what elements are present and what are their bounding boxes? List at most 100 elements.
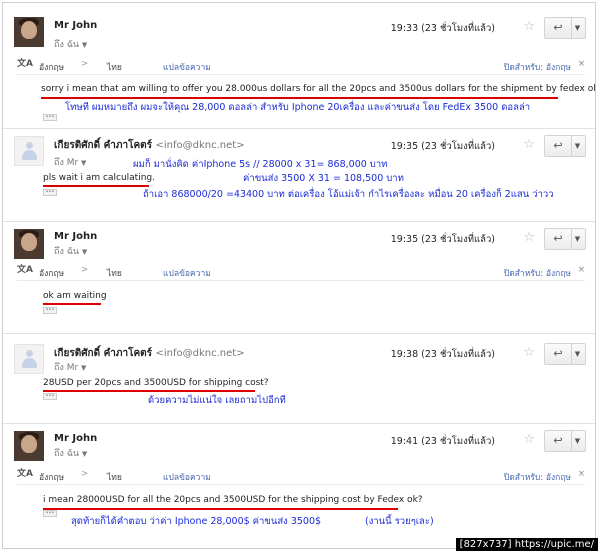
chevron-down-icon[interactable]: ▼ <box>82 450 87 458</box>
more-options-icon[interactable]: ▼ <box>570 431 585 451</box>
source-language[interactable]: อังกฤษ <box>39 60 64 74</box>
more-options-icon[interactable]: ▼ <box>570 18 585 38</box>
recipient-label[interactable]: ถึง Mr ▼ <box>54 155 86 169</box>
sender-avatar <box>14 344 44 374</box>
chevron-down-icon[interactable]: ▼ <box>81 364 86 372</box>
sender-name: เกียรติศักดิ์ คำภาโคตร์ <info@dknc.net> <box>54 348 245 359</box>
email-thread: Mr John ถึง ฉัน ▼ 19:33 (23 ชั่วโมงที่แล… <box>2 2 596 549</box>
show-trimmed-content-button[interactable]: ••• <box>43 510 57 517</box>
sender-avatar <box>14 17 44 47</box>
sender-avatar <box>14 431 44 461</box>
message-5[interactable]: Mr John ถึง ฉัน ▼ 19:41 (23 ชั่วโมงที่แล… <box>3 424 595 548</box>
turn-off-translate-link[interactable]: ปิดสำหรับ: อังกฤษ <box>504 60 571 74</box>
more-options-icon[interactable]: ▼ <box>570 229 585 249</box>
annotation-note: สุดท้ายก็ได้คำตอบ ว่าค่า Iphone 28,000$ … <box>71 516 322 527</box>
translate-link[interactable]: แปลข้อความ <box>163 266 211 280</box>
arrow-right-icon: > <box>81 265 89 275</box>
reply-button-group: ↩ ▼ <box>544 343 586 365</box>
star-icon[interactable]: ☆ <box>523 433 535 446</box>
translate-link[interactable]: แปลข้อความ <box>163 60 211 74</box>
source-language[interactable]: อังกฤษ <box>39 470 64 484</box>
sender-name: Mr John <box>54 433 98 444</box>
close-icon[interactable]: × <box>578 469 585 479</box>
underline-annotation <box>43 390 255 392</box>
turn-off-translate-link[interactable]: ปิดสำหรับ: อังกฤษ <box>504 470 571 484</box>
timestamp: 19:38 (23 ชั่วโมงที่แล้ว) <box>390 349 495 360</box>
translate-bar: 文A อังกฤษ > ไทย แปลข้อความ ปิดสำหรับ: อั… <box>17 468 585 485</box>
sender-name: Mr John <box>54 20 98 31</box>
reply-button-group: ↩ ▼ <box>544 17 586 39</box>
recipient-label[interactable]: ถึง ฉัน ▼ <box>54 244 87 258</box>
more-options-icon[interactable]: ▼ <box>570 136 585 156</box>
annotation-note: (งานนี้ รวยๆเละ) <box>365 516 434 527</box>
chevron-down-icon[interactable]: ▼ <box>82 248 87 256</box>
translate-bar: 文A อังกฤษ > ไทย แปลข้อความ ปิดสำหรับ: อั… <box>17 264 585 281</box>
recipient-label[interactable]: ถึง ฉัน ▼ <box>54 446 87 460</box>
sender-avatar <box>14 136 44 166</box>
message-body: ok am waiting <box>43 291 107 301</box>
close-icon[interactable]: × <box>578 59 585 69</box>
message-body: pls wait i am calculating. <box>43 173 155 183</box>
sender-email: <info@dknc.net> <box>155 140 245 151</box>
annotation-note: ผมก็ มานั่งคิด ค่าIphone 5s // 28000 x 3… <box>133 159 388 170</box>
reply-button-group: ↩ ▼ <box>544 228 586 250</box>
star-icon[interactable]: ☆ <box>523 231 535 244</box>
turn-off-translate-link[interactable]: ปิดสำหรับ: อังกฤษ <box>504 266 571 280</box>
reply-icon[interactable]: ↩ <box>545 344 572 364</box>
annotation-note: ด้วยความไม่แน่ใจ เลยถามไปอีกที <box>148 395 286 406</box>
message-2[interactable]: เกียรติศักดิ์ คำภาโคตร์ <info@dknc.net> … <box>3 129 595 219</box>
annotation-note: ถ้าเอา 868000/20 =43400 บาท ต่อเครื่อง โ… <box>143 189 554 200</box>
translate-icon: 文A <box>17 59 33 69</box>
sender-email: <info@dknc.net> <box>155 348 245 359</box>
source-language[interactable]: อังกฤษ <box>39 266 64 280</box>
underline-annotation <box>43 303 101 305</box>
target-language[interactable]: ไทย <box>107 266 122 280</box>
star-icon[interactable]: ☆ <box>523 346 535 359</box>
message-body: i mean 28000USD for all the 20pcs and 35… <box>43 495 423 505</box>
reply-button-group: ↩ ▼ <box>544 430 586 452</box>
star-icon[interactable]: ☆ <box>523 138 535 151</box>
translate-bar: 文A อังกฤษ > ไทย แปลข้อความ ปิดสำหรับ: อั… <box>17 58 585 75</box>
timestamp: 19:41 (23 ชั่วโมงที่แล้ว) <box>390 436 495 447</box>
message-body: sorry i mean that am willing to offer yo… <box>41 84 596 94</box>
translate-icon: 文A <box>17 469 33 479</box>
show-trimmed-content-button[interactable]: ••• <box>43 189 57 196</box>
show-trimmed-content-button[interactable]: ••• <box>43 393 57 400</box>
arrow-right-icon: > <box>81 59 89 69</box>
arrow-right-icon: > <box>81 469 89 479</box>
watermark: [827x737] https://upic.me/ <box>455 538 598 551</box>
recipient-label[interactable]: ถึง Mr ▼ <box>54 360 86 374</box>
reply-icon[interactable]: ↩ <box>545 431 572 451</box>
target-language[interactable]: ไทย <box>107 470 122 484</box>
sender-name: Mr John <box>54 231 98 242</box>
translate-link[interactable]: แปลข้อความ <box>163 470 211 484</box>
target-language[interactable]: ไทย <box>107 60 122 74</box>
reply-icon[interactable]: ↩ <box>545 229 572 249</box>
underline-annotation <box>43 185 149 187</box>
underline-annotation <box>41 97 558 99</box>
timestamp: 19:35 (23 ชั่วโมงที่แล้ว) <box>390 141 495 152</box>
message-body: 28USD per 20pcs and 3500USD for shipping… <box>43 378 269 388</box>
show-trimmed-content-button[interactable]: ••• <box>43 307 57 314</box>
message-3[interactable]: Mr John ถึง ฉัน ▼ 19:35 (23 ชั่วโมงที่แล… <box>3 222 595 332</box>
annotation-note: ค่าขนส่ง 3500 X 31 = 108,500 บาท <box>243 173 404 184</box>
translate-icon: 文A <box>17 265 33 275</box>
reply-icon[interactable]: ↩ <box>545 136 572 156</box>
reply-icon[interactable]: ↩ <box>545 18 572 38</box>
sender-avatar <box>14 229 44 259</box>
underline-annotation <box>43 508 398 510</box>
star-icon[interactable]: ☆ <box>523 20 535 33</box>
show-trimmed-content-button[interactable]: ••• <box>43 114 57 121</box>
reply-button-group: ↩ ▼ <box>544 135 586 157</box>
chevron-down-icon[interactable]: ▼ <box>82 41 87 49</box>
sender-name: เกียรติศักดิ์ คำภาโคตร์ <info@dknc.net> <box>54 140 245 151</box>
annotation-note: โทษที ผมหมายถึง ผมจะให้คุณ 28,000 ดอลล่า… <box>65 102 531 113</box>
message-1[interactable]: Mr John ถึง ฉัน ▼ 19:33 (23 ชั่วโมงที่แล… <box>3 3 595 124</box>
more-options-icon[interactable]: ▼ <box>570 344 585 364</box>
close-icon[interactable]: × <box>578 265 585 275</box>
timestamp: 19:33 (23 ชั่วโมงที่แล้ว) <box>390 23 495 34</box>
chevron-down-icon[interactable]: ▼ <box>81 159 86 167</box>
recipient-label[interactable]: ถึง ฉัน ▼ <box>54 37 87 51</box>
timestamp: 19:35 (23 ชั่วโมงที่แล้ว) <box>390 234 495 245</box>
message-4[interactable]: เกียรติศักดิ์ คำภาโคตร์ <info@dknc.net> … <box>3 334 595 422</box>
